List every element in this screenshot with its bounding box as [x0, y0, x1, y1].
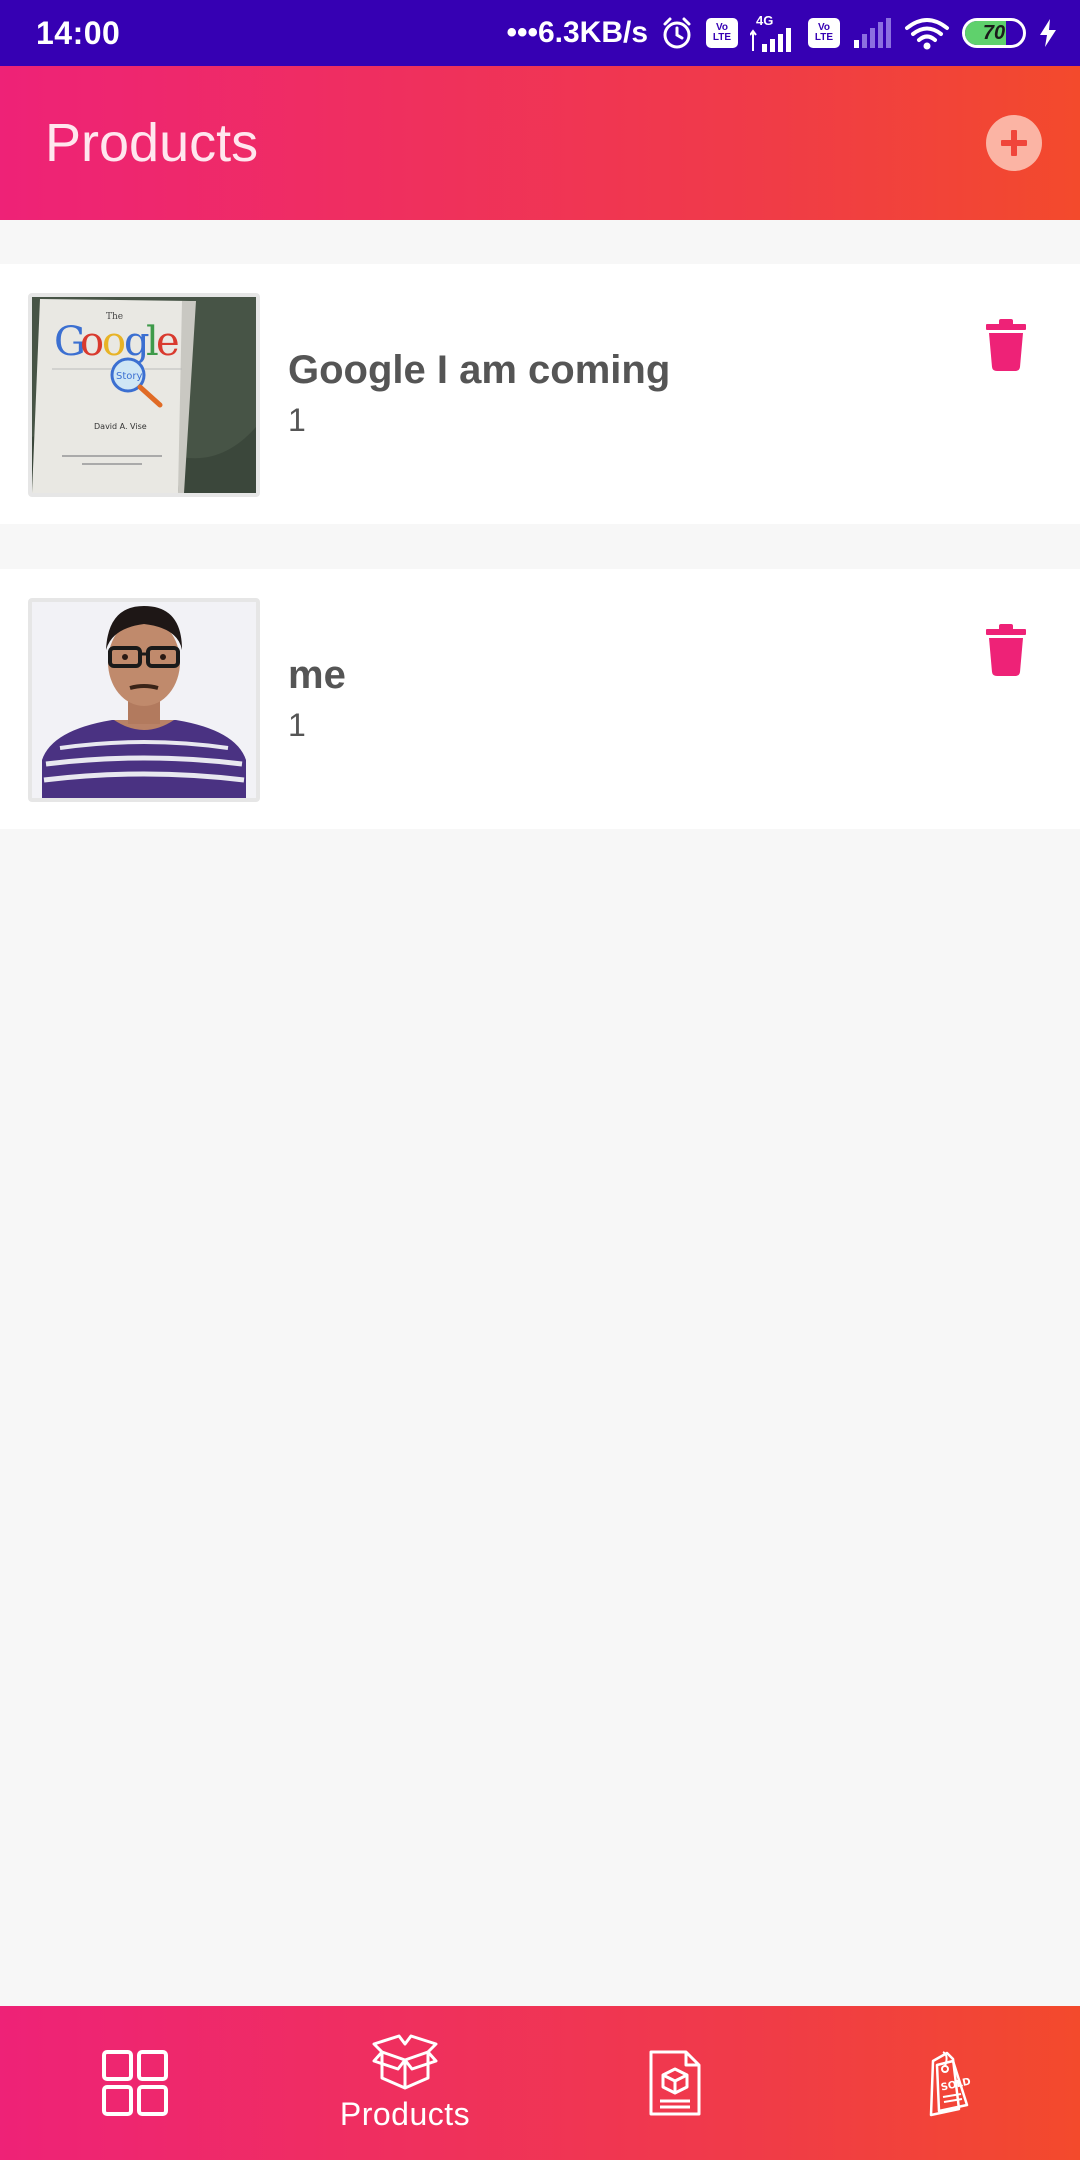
status-time: 14:00	[36, 14, 121, 51]
wifi-icon	[904, 16, 950, 50]
volte-icon: Vo LTE	[706, 18, 738, 48]
trash-icon	[986, 624, 1026, 676]
trash-icon	[986, 319, 1026, 371]
delete-button[interactable]	[980, 314, 1032, 376]
sold-tag-icon: SOLD	[929, 2051, 971, 2117]
product-quantity: 1	[288, 402, 306, 438]
status-icons: •••6.3KB/s Vo LTE 4G Vo LTE 70	[506, 0, 1058, 66]
dashboard-grid-icon	[102, 2050, 168, 2116]
svg-text:Story: Story	[116, 371, 142, 382]
product-name: Google I am coming	[288, 348, 671, 392]
list-item[interactable]: The G o o g l e Story David A. Vise Goog…	[0, 264, 1080, 524]
network-speed: •••6.3KB/s	[506, 16, 648, 49]
delete-button[interactable]	[980, 619, 1032, 681]
book-cover-photo: The G o o g l e Story David A. Vise	[32, 297, 256, 493]
bottom-nav: Products SOLD	[0, 2006, 1080, 2160]
charging-icon	[1038, 18, 1058, 48]
signal-icon: 4G	[750, 14, 796, 53]
svg-text:o: o	[80, 319, 104, 365]
page-title: Products	[45, 113, 259, 173]
volte-icon-2: Vo LTE	[808, 18, 840, 48]
svg-text:o: o	[102, 319, 126, 365]
volte-label: Vo LTE	[706, 18, 738, 48]
battery-level: 70	[982, 21, 1006, 44]
network-type-label: 4G	[756, 12, 774, 28]
app-bar: Products	[0, 66, 1080, 220]
product-image	[28, 598, 260, 802]
nav-sold[interactable]: SOLD	[810, 2006, 1080, 2160]
document-box-icon	[649, 2050, 701, 2116]
portrait-photo	[32, 602, 256, 798]
plus-circle-icon	[1001, 130, 1027, 156]
product-image: The G o o g l e Story David A. Vise	[28, 293, 260, 497]
svg-text:David A. Vise: David A. Vise	[94, 422, 147, 431]
add-product-button[interactable]	[986, 115, 1042, 171]
volte-label-2: Vo LTE	[808, 18, 840, 48]
nav-products-label: Products	[339, 2095, 471, 2132]
nav-dashboard[interactable]	[0, 2006, 270, 2160]
box-icon	[372, 2034, 438, 2089]
svg-text:SOLD: SOLD	[940, 2076, 971, 2093]
battery-icon: 70	[962, 18, 1026, 48]
product-quantity: 1	[288, 707, 306, 743]
nav-products[interactable]: Products	[270, 2006, 540, 2160]
svg-text:e: e	[156, 319, 180, 365]
signal-weak-icon	[852, 18, 892, 48]
list-item[interactable]: me 1	[0, 569, 1080, 829]
nav-orders[interactable]	[540, 2006, 810, 2160]
status-bar: 14:00 •••6.3KB/s Vo LTE 4G Vo LTE 70	[0, 0, 1080, 66]
product-name: me	[288, 653, 346, 697]
alarm-icon	[660, 16, 694, 50]
